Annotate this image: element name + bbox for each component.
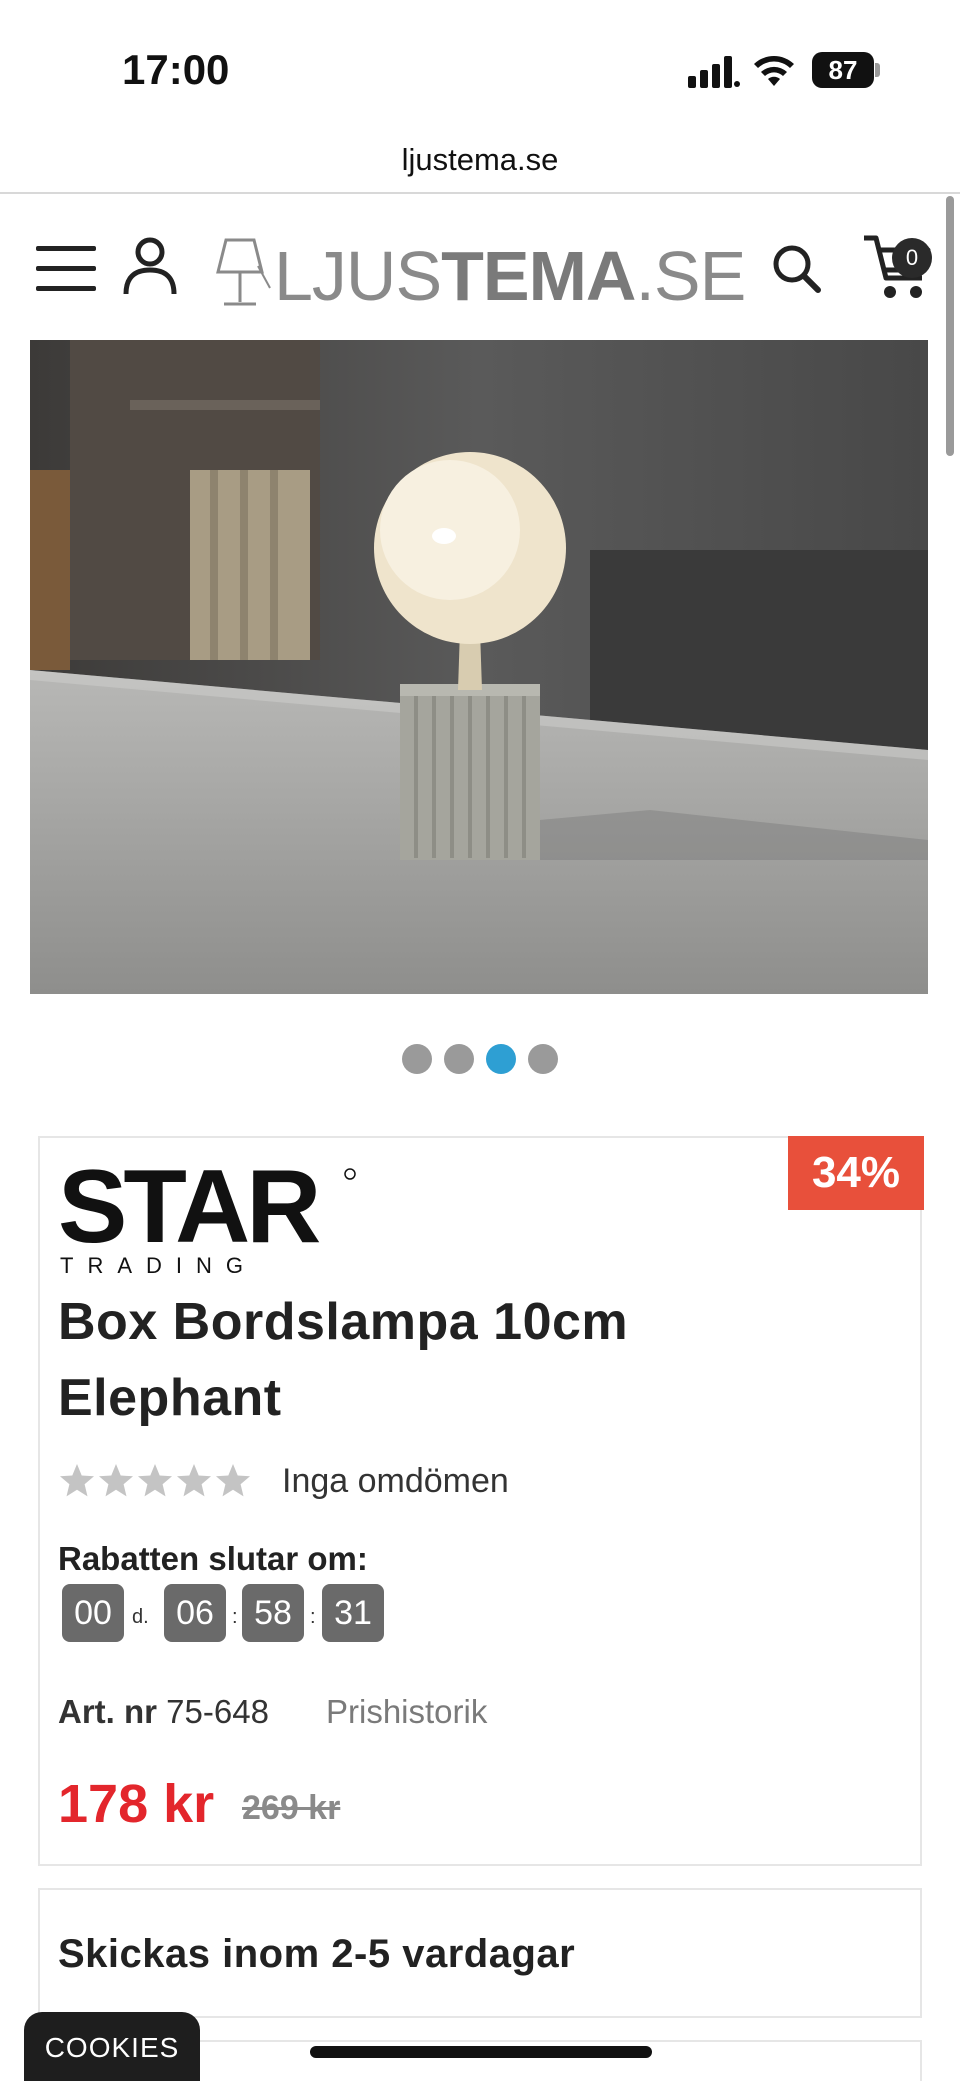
lamp-logo-icon — [216, 238, 271, 306]
carousel-dots — [0, 1044, 960, 1076]
article-number: Art. nr 75-648 — [58, 1688, 269, 1736]
cookies-button[interactable]: COOKIES — [24, 2012, 200, 2081]
product-image[interactable] — [30, 340, 928, 994]
brand-name: STAR — [58, 1160, 319, 1265]
wifi-icon — [754, 56, 794, 86]
countdown-minutes: 58 — [242, 1584, 304, 1642]
countdown-separator: : — [232, 1606, 238, 1628]
menu-icon[interactable] — [36, 244, 96, 294]
countdown-separator: : — [310, 1606, 316, 1628]
countdown-seconds: 31 — [322, 1584, 384, 1642]
site-header: LJUSTEMA.SE — [0, 200, 940, 340]
countdown-days-unit: d. — [132, 1606, 149, 1628]
address-bar[interactable]: ljustema.se — [0, 136, 960, 192]
carousel-dot-4[interactable] — [528, 1044, 558, 1074]
signal-icon — [688, 56, 740, 88]
logo-text-bold: TEMA — [441, 237, 636, 315]
carousel-dot-3[interactable] — [486, 1044, 516, 1074]
status-time: 17:00 — [122, 46, 230, 93]
divider — [0, 192, 960, 194]
carousel-dot-2[interactable] — [444, 1044, 474, 1074]
status-bar: 17:00 87 — [0, 0, 960, 140]
product-photo — [30, 340, 928, 994]
logo-text-thin: LJUS — [274, 237, 442, 315]
shipping-info-card: Skickas inom 2-5 vardagar — [38, 1888, 922, 2018]
shipping-text: Skickas inom 2-5 vardagar — [58, 1932, 576, 1976]
brand-sub: TRADING — [60, 1253, 257, 1278]
search-icon[interactable] — [768, 240, 824, 296]
user-icon[interactable] — [122, 236, 178, 296]
brand-logo[interactable]: STAR TRADING — [58, 1160, 358, 1278]
original-price: 269 kr — [242, 1789, 341, 1827]
price-history-link[interactable]: Prishistorik — [326, 1688, 487, 1736]
rating-text: Inga omdömen — [282, 1462, 509, 1500]
discount-badge: 34% — [788, 1136, 924, 1210]
battery-icon: 87 — [812, 52, 880, 88]
cart-count-badge[interactable]: 0 — [892, 238, 932, 278]
logo-text-suffix: .SE — [635, 237, 746, 315]
countdown-days: 00 — [62, 1584, 124, 1642]
site-logo[interactable]: LJUSTEMA.SE — [210, 230, 750, 315]
rating-stars-icon — [60, 1464, 250, 1497]
product-info-card: 34% STAR TRADING Box Bordslampa 10cm Ele… — [38, 1136, 924, 1866]
countdown-hours: 06 — [164, 1584, 226, 1642]
battery-tip — [875, 63, 880, 77]
article-number-label: Art. nr — [58, 1693, 157, 1730]
current-price: 178 kr — [58, 1774, 215, 1834]
article-number-value: 75-648 — [166, 1693, 269, 1730]
carousel-dot-1[interactable] — [402, 1044, 432, 1074]
countdown-label: Rabatten slutar om: — [58, 1540, 368, 1577]
home-indicator[interactable] — [310, 2046, 652, 2058]
product-title: Box Bordslampa 10cm Elephant — [58, 1293, 629, 1427]
scrollbar[interactable] — [946, 196, 954, 456]
logo-text: LJUSTEMA.SE — [274, 234, 746, 318]
battery-level: 87 — [812, 52, 874, 88]
